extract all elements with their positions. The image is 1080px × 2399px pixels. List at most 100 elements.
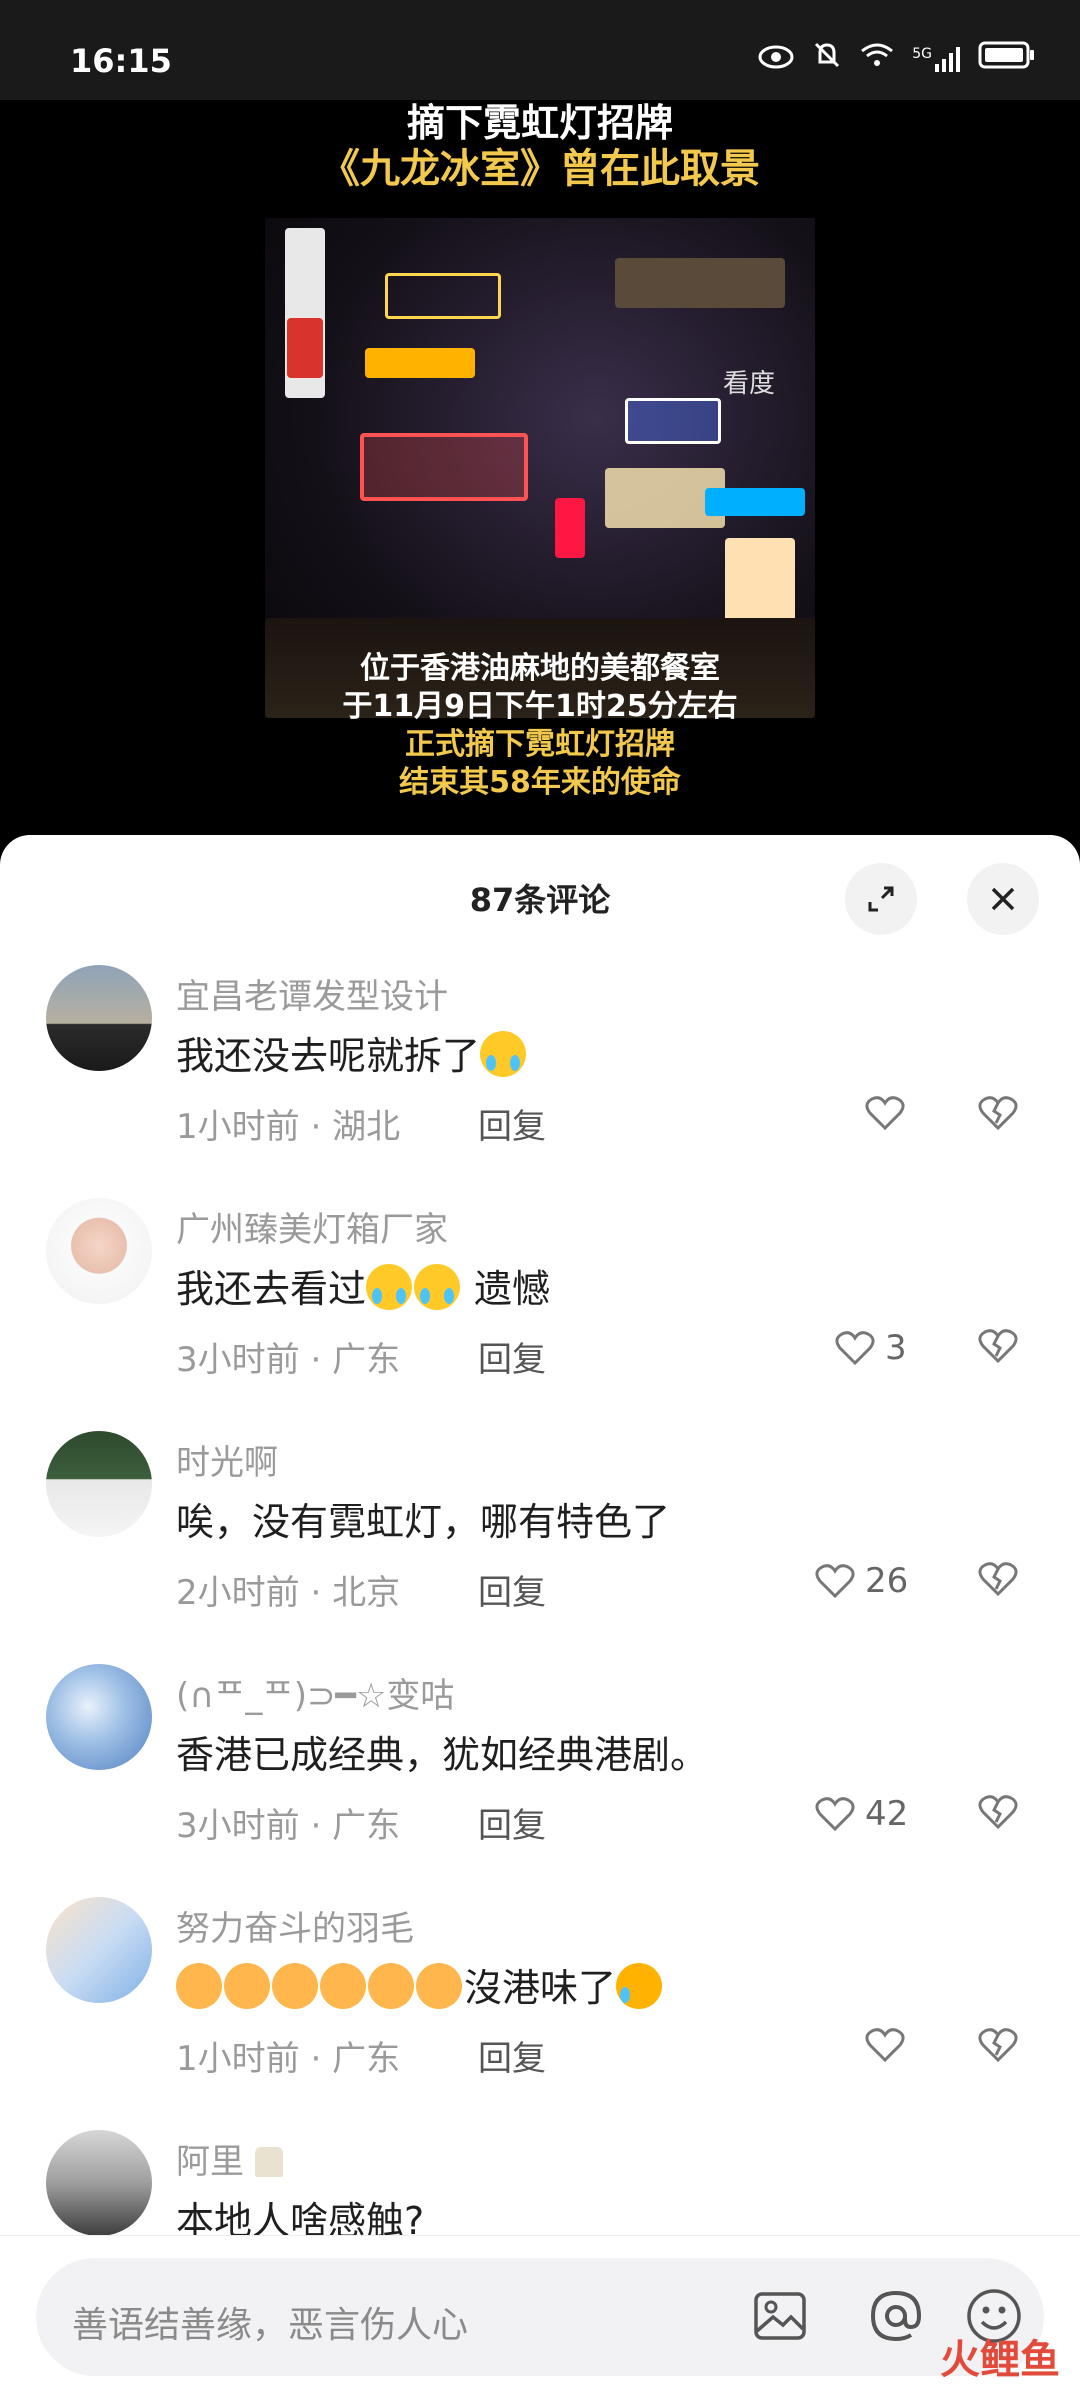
comment-item: 宜昌老谭发型设计 我还没去呢就拆了 1小时前 · 湖北 回复: [0, 965, 1080, 1198]
broken-heart-icon: [978, 2028, 1018, 2063]
comment-meta: 1小时前 · 湖北: [176, 1107, 401, 1147]
comment-time: 1小时前: [176, 1107, 300, 1147]
battery-icon: [978, 40, 1036, 78]
avatar[interactable]: [46, 1897, 152, 2003]
comment-region: 广东: [332, 1340, 401, 1380]
comment-username[interactable]: (∩ᄑ_ᄑ)⊃━☆变咕: [176, 1668, 454, 1717]
mosque-badge-icon: [254, 2147, 283, 2177]
image-button[interactable]: [750, 2286, 810, 2346]
reply-button[interactable]: 回复: [478, 1099, 546, 1148]
mute-icon: [812, 40, 842, 78]
reply-button[interactable]: 回复: [478, 1332, 546, 1381]
avatar[interactable]: [46, 1664, 152, 1770]
sobbing-emoji-icon: [176, 1963, 222, 2009]
like-button[interactable]: 42: [815, 1794, 908, 1834]
like-button[interactable]: [865, 1095, 905, 1131]
comment-text: 沒港味了: [176, 1957, 664, 2012]
comment-input-bar: 善语结善缘，恶言伤人心 火鲤鱼: [0, 2235, 1080, 2399]
comment-time: 3小时前: [176, 1340, 300, 1380]
like-count: 26: [865, 1561, 909, 1601]
dislike-button[interactable]: [978, 1095, 1018, 1135]
comment-region: 湖北: [332, 1107, 401, 1147]
status-bar: 16:15 5G: [0, 0, 1080, 100]
avatar[interactable]: [46, 2130, 152, 2236]
reply-button[interactable]: 回复: [478, 2031, 546, 2080]
dislike-button[interactable]: [978, 1561, 1018, 1601]
comment-text-suffix: 遗憾: [474, 1267, 551, 1311]
broken-heart-icon: [978, 1329, 1018, 1364]
comment-meta: 3小时前 · 广东: [176, 1806, 401, 1846]
sobbing-emoji-icon: [368, 1963, 414, 2009]
mention-button[interactable]: [866, 2286, 926, 2346]
comment-username[interactable]: 广州臻美灯箱厂家: [176, 1202, 448, 1251]
sobbing-emoji-icon: [416, 1963, 462, 2009]
comment-meta: 1小时前 · 广东: [176, 2039, 401, 2079]
like-button[interactable]: 3: [835, 1328, 907, 1368]
street-neon-photo: 看度: [265, 218, 815, 718]
comments-sheet: 87条评论 宜昌老谭发型设计 我还没去呢就拆了 1小时前 · 湖北 回复 广州臻…: [0, 835, 1080, 2398]
sobbing-emoji-icon: [272, 1963, 318, 2009]
avatar[interactable]: [46, 1431, 152, 1537]
like-button[interactable]: 26: [815, 1561, 908, 1601]
comment-item: 时光啊 唉，没有霓虹灯，哪有特色了 2小时前 · 北京 回复 26: [0, 1431, 1080, 1664]
broken-heart-icon: [978, 1795, 1018, 1830]
like-count: 42: [865, 1794, 909, 1834]
eye-icon: [758, 42, 794, 77]
brand-watermark: 火鲤鱼: [940, 2337, 1060, 2383]
at-icon: [870, 2290, 922, 2342]
reply-button[interactable]: 回复: [478, 1565, 546, 1614]
dislike-button[interactable]: [978, 1794, 1018, 1834]
broken-heart-icon: [978, 1562, 1018, 1597]
reply-button[interactable]: 回复: [478, 1798, 546, 1847]
watermark: 看度: [722, 369, 775, 399]
avatar[interactable]: [46, 1198, 152, 1304]
status-icons: 5G: [758, 40, 1036, 78]
expand-icon: [868, 886, 894, 912]
comment-text: 我还去看过 遗憾: [176, 1258, 550, 1313]
crying-emoji-icon: [366, 1264, 413, 1310]
comment-input[interactable]: 善语结善缘，恶言伤人心: [36, 2258, 1044, 2376]
comment-text-content: 我还去看过: [176, 1267, 367, 1311]
avatar[interactable]: [46, 965, 152, 1071]
comment-region: 广东: [332, 1806, 401, 1846]
heart-icon: [815, 1797, 855, 1832]
like-button[interactable]: [865, 2027, 905, 2063]
heart-icon: [865, 2028, 905, 2063]
dislike-button[interactable]: [978, 2027, 1018, 2067]
comment-meta: 3小时前 · 广东: [176, 1340, 401, 1380]
comment-text: 我还没去呢就拆了: [176, 1025, 528, 1080]
comment-username[interactable]: 阿里: [176, 2134, 283, 2183]
crying-emoji-icon: [480, 1031, 527, 1077]
comment-text-content: 我还没去呢就拆了: [176, 1034, 481, 1078]
comment-region: 北京: [332, 1573, 401, 1613]
expand-button[interactable]: [845, 863, 917, 935]
like-count: 3: [885, 1328, 907, 1368]
comment-item: 广州臻美灯箱厂家 我还去看过 遗憾 3小时前 · 广东 回复 3: [0, 1198, 1080, 1431]
comment-time: 2小时前: [176, 1573, 300, 1613]
wailing-emoji-icon: [616, 1963, 663, 2009]
comment-username[interactable]: 努力奋斗的羽毛: [176, 1901, 414, 1950]
sobbing-emoji-icon: [224, 1963, 270, 2009]
heart-icon: [835, 1331, 875, 1366]
comment-username[interactable]: 时光啊: [176, 1435, 278, 1484]
network-label: 5G: [912, 46, 932, 62]
wifi-icon: [860, 41, 894, 77]
caption-bottom-2: 于11月9日下午1时25分左右: [342, 689, 738, 724]
heart-icon: [865, 1096, 905, 1131]
comment-username[interactable]: 宜昌老谭发型设计: [176, 969, 448, 1018]
caption-bottom-4: 结束其58年来的使命: [399, 765, 681, 800]
comment-text: 唉，没有霓虹灯，哪有特色了: [176, 1500, 671, 1544]
dislike-button[interactable]: [978, 1328, 1018, 1368]
close-button[interactable]: [967, 863, 1039, 935]
comment-text-content: 沒港味了: [464, 1966, 617, 2010]
broken-heart-icon: [978, 1096, 1018, 1131]
comment-text: 香港已成经典，犹如经典港剧。: [176, 1733, 709, 1777]
comment-item: (∩ᄑ_ᄑ)⊃━☆变咕 香港已成经典，犹如经典港剧。 3小时前 · 广东 回复 …: [0, 1664, 1080, 1897]
comment-item: 努力奋斗的羽毛 沒港味了 1小时前 · 广东 回复: [0, 1897, 1080, 2130]
video-player[interactable]: 摘下霓虹灯招牌 《九龙冰室》曾在此取景 看度 位于香港油麻地的美都餐室 于11月…: [0, 100, 1080, 840]
image-icon: [754, 2292, 806, 2340]
heart-icon: [815, 1564, 855, 1599]
comment-time: 1小时前: [176, 2039, 300, 2079]
comment-input-placeholder: 善语结善缘，恶言伤人心: [72, 2305, 469, 2346]
comments-count-title: 87条评论: [469, 881, 611, 919]
